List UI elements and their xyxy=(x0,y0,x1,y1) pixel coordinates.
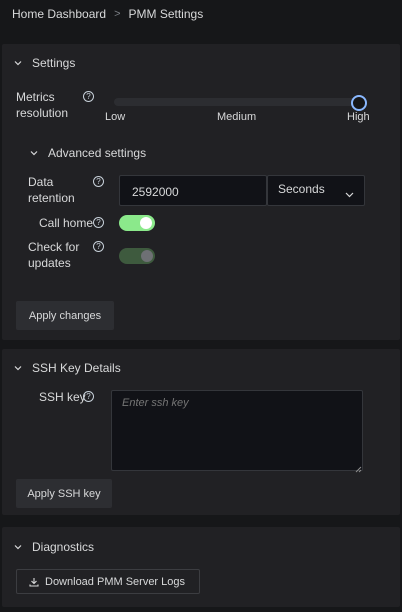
help-icon[interactable]: ? xyxy=(93,241,104,252)
chevron-down-icon xyxy=(14,543,22,551)
chevron-down-icon xyxy=(14,59,22,67)
download-icon xyxy=(29,577,39,587)
help-icon[interactable]: ? xyxy=(93,176,104,187)
settings-section-title: Settings xyxy=(32,56,76,70)
diagnostics-section-title: Diagnostics xyxy=(32,540,95,554)
chevron-down-icon xyxy=(30,149,38,157)
check-updates-toggle[interactable] xyxy=(119,248,155,264)
ssh-section-toggle[interactable]: SSH Key Details xyxy=(14,360,121,376)
help-icon[interactable]: ? xyxy=(93,217,104,228)
advanced-settings-toggle[interactable]: Advanced settings xyxy=(30,145,146,161)
slider-tick-low: Low xyxy=(105,111,126,123)
call-home-label: Call home xyxy=(39,216,94,230)
breadcrumb-home-link[interactable]: Home Dashboard xyxy=(12,7,106,21)
unit-select-value: Seconds xyxy=(278,182,325,196)
breadcrumb-separator: > xyxy=(114,8,121,20)
breadcrumb-current: PMM Settings xyxy=(128,7,204,21)
slider-tick-high: High xyxy=(347,111,370,123)
diagnostics-section-toggle[interactable]: Diagnostics xyxy=(14,539,94,555)
metrics-resolution-label: Metrics resolution xyxy=(16,90,69,120)
settings-section-toggle[interactable]: Settings xyxy=(14,55,75,71)
resize-handle-icon[interactable] xyxy=(355,462,362,473)
data-retention-label: Data retention xyxy=(28,175,75,205)
help-icon[interactable]: ? xyxy=(83,391,94,402)
toggle-knob xyxy=(140,217,152,229)
check-updates-label: Check for updates xyxy=(28,240,80,270)
metrics-resolution-slider[interactable] xyxy=(114,98,359,106)
chevron-down-icon xyxy=(345,187,354,201)
toggle-knob xyxy=(141,250,153,262)
data-retention-unit-select[interactable]: Seconds xyxy=(267,175,365,206)
apply-ssh-key-button[interactable]: Apply SSH key xyxy=(16,479,112,508)
ssh-key-textarea[interactable] xyxy=(111,390,363,471)
slider-thumb[interactable] xyxy=(351,95,367,111)
chevron-down-icon xyxy=(14,364,22,372)
download-logs-button[interactable]: Download PMM Server Logs xyxy=(16,569,200,594)
breadcrumb: Home Dashboard > PMM Settings xyxy=(12,6,203,22)
call-home-toggle[interactable] xyxy=(119,215,155,231)
ssh-section-title: SSH Key Details xyxy=(32,361,121,375)
advanced-settings-title: Advanced settings xyxy=(48,146,147,160)
help-icon[interactable]: ? xyxy=(83,91,94,102)
download-logs-label: Download PMM Server Logs xyxy=(45,575,186,588)
ssh-key-label: SSH key xyxy=(39,390,86,404)
apply-changes-button[interactable]: Apply changes xyxy=(16,301,114,330)
data-retention-input[interactable]: 2592000 xyxy=(119,175,267,206)
slider-tick-medium: Medium xyxy=(217,111,257,123)
